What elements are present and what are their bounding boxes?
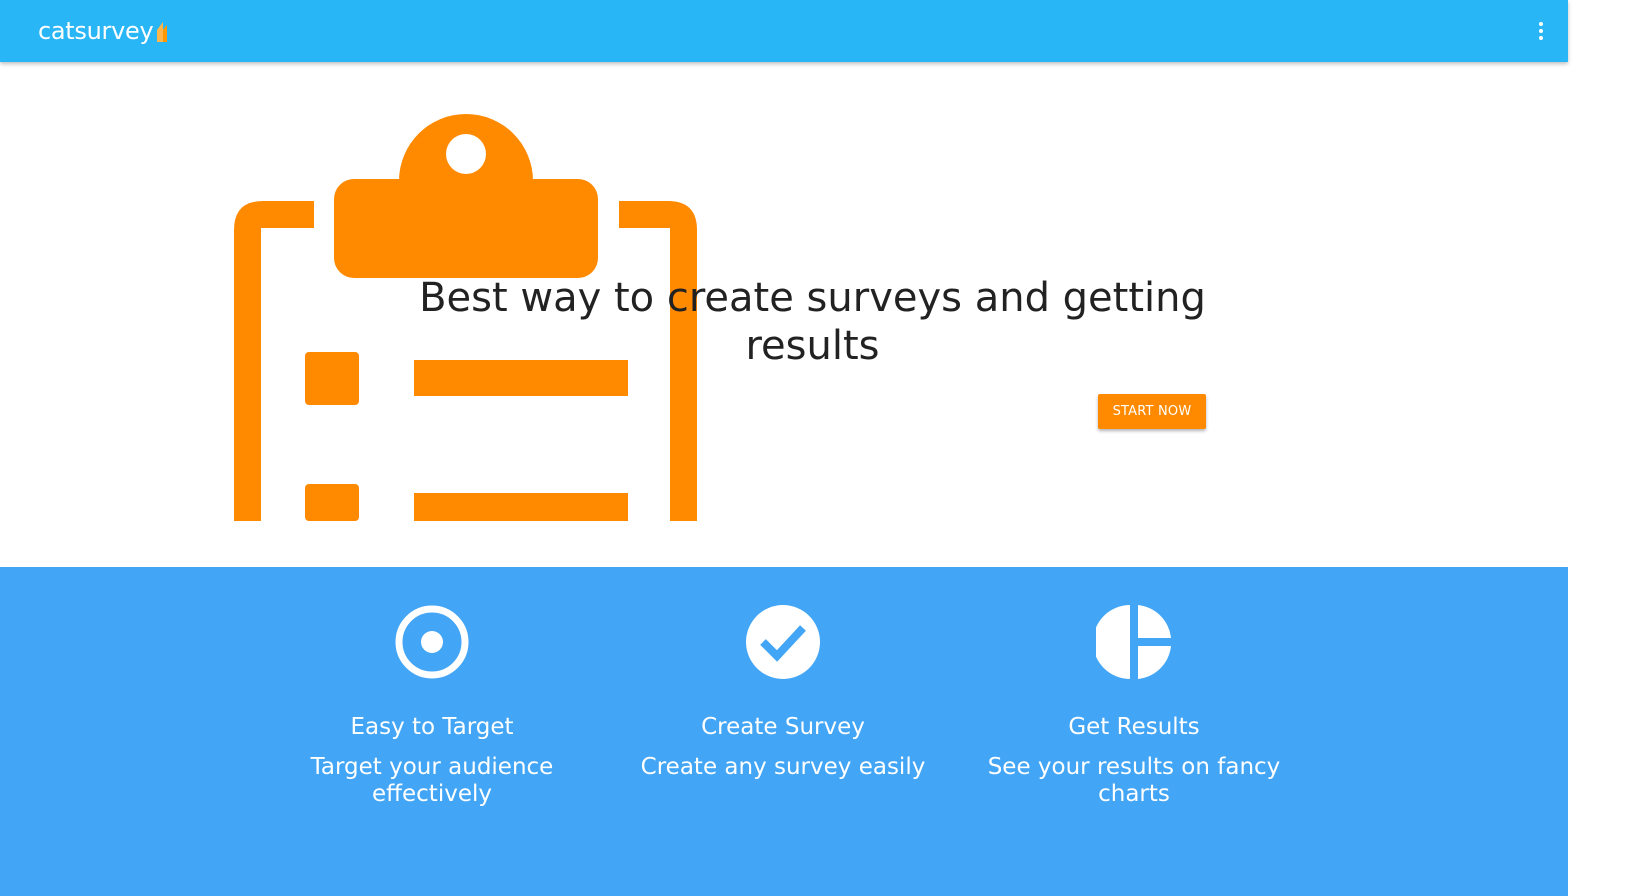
start-now-button[interactable]: START NOW bbox=[1098, 394, 1206, 429]
brand-name[interactable]: catsurvey bbox=[38, 14, 154, 48]
app-bar: catsurvey bbox=[0, 0, 1568, 62]
feature-title: Easy to Target bbox=[350, 714, 514, 740]
feature-title: Create Survey bbox=[701, 714, 865, 740]
brand[interactable]: catsurvey bbox=[38, 14, 170, 48]
feature-description: See your results on fancy charts bbox=[987, 754, 1281, 807]
check-circle-icon bbox=[746, 605, 820, 679]
hero-title: Best way to create surveys and getting r… bbox=[419, 275, 1206, 369]
more-vert-icon[interactable] bbox=[1526, 16, 1556, 46]
feature-description: Target your audience effectively bbox=[310, 754, 554, 807]
hero-section: Best way to create surveys and getting r… bbox=[0, 62, 1568, 567]
cat-ear-logo-icon bbox=[157, 22, 168, 42]
pie-chart-icon bbox=[1096, 605, 1171, 679]
page-gutter bbox=[1568, 0, 1625, 896]
feature-easy-to-target: Easy to Target Target your audience effe… bbox=[262, 567, 602, 808]
feature-description: Create any survey easily bbox=[640, 754, 926, 780]
feature-get-results: Get Results See your results on fancy ch… bbox=[964, 567, 1304, 808]
feature-title: Get Results bbox=[1068, 714, 1200, 740]
features-section: Easy to Target Target your audience effe… bbox=[0, 567, 1568, 896]
target-icon bbox=[395, 605, 469, 679]
feature-create-survey: Create Survey Create any survey easily bbox=[613, 567, 953, 781]
